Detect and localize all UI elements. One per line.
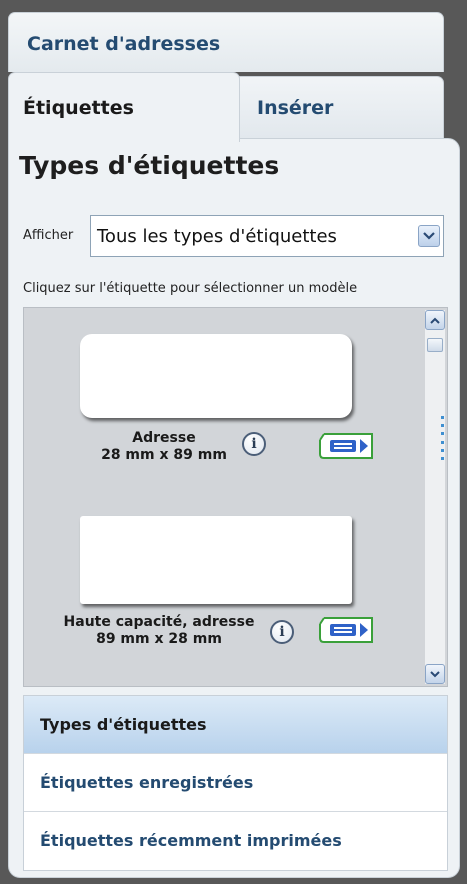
tab-insert-label: Insérer <box>257 97 334 119</box>
chevron-up-icon[interactable] <box>425 310 445 330</box>
label-caption: Adresse 28 mm x 89 mm <box>64 430 264 464</box>
label-name: Adresse <box>132 430 196 446</box>
filter-label: Afficher <box>23 228 74 243</box>
nav-item-recent-labels[interactable]: Étiquettes récemment imprimées <box>24 812 447 870</box>
label-thumbnail-high-capacity[interactable] <box>80 516 352 604</box>
scrollbar-thumb[interactable] <box>427 338 443 352</box>
gallery-scrollbar[interactable] <box>425 310 445 684</box>
tab-address-book-label: Carnet d'adresses <box>27 33 221 55</box>
tab-labels[interactable]: Étiquettes <box>8 72 240 142</box>
chevron-down-icon[interactable] <box>425 664 445 684</box>
label-type-dropdown[interactable]: Tous les types d'étiquettes <box>90 215 444 257</box>
tab-insert[interactable]: Insérer <box>238 76 444 138</box>
label-thumbnail-address[interactable] <box>80 334 352 418</box>
label-nav-list: Types d'étiquettes Étiquettes enregistré… <box>23 695 448 871</box>
nav-item-saved-labels[interactable]: Étiquettes enregistrées <box>24 754 447 812</box>
print-label-icon[interactable] <box>316 430 382 462</box>
labels-panel: Types d'étiquettes Afficher Tous les typ… <box>8 138 460 878</box>
tab-labels-label: Étiquettes <box>23 97 134 119</box>
print-label-icon[interactable] <box>316 614 382 646</box>
selection-hint: Cliquez sur l'étiquette pour sélectionne… <box>23 281 358 296</box>
label-gallery: Adresse 28 mm x 89 mm i Haute capacité, … <box>23 307 448 687</box>
label-caption: Haute capacité, adresse 89 mm x 28 mm <box>34 614 284 648</box>
nav-item-label-types[interactable]: Types d'étiquettes <box>24 696 447 754</box>
chevron-down-icon[interactable] <box>418 225 440 247</box>
label-size: 28 mm x 89 mm <box>101 447 227 463</box>
label-size: 89 mm x 28 mm <box>96 631 222 647</box>
tab-address-book[interactable]: Carnet d'adresses <box>8 12 444 72</box>
dropdown-value: Tous les types d'étiquettes <box>97 226 337 247</box>
resize-grip-icon[interactable] <box>441 416 445 460</box>
info-icon[interactable]: i <box>270 620 294 644</box>
section-title: Types d'étiquettes <box>19 151 280 180</box>
info-icon[interactable]: i <box>242 432 266 456</box>
label-name: Haute capacité, adresse <box>63 614 255 630</box>
